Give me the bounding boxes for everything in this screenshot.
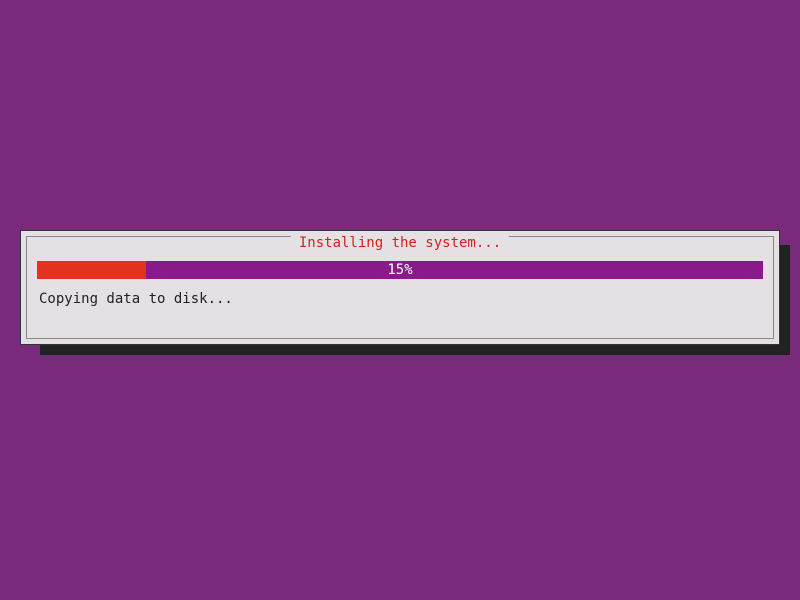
- progress-bar: 15%: [37, 261, 763, 279]
- dialog-frame: Installing the system... 15% Copying dat…: [26, 236, 774, 339]
- dialog-title: Installing the system...: [291, 235, 509, 251]
- progress-label: 15%: [37, 261, 763, 279]
- installer-dialog: Installing the system... 15% Copying dat…: [20, 230, 780, 345]
- status-text: Copying data to disk...: [39, 291, 233, 307]
